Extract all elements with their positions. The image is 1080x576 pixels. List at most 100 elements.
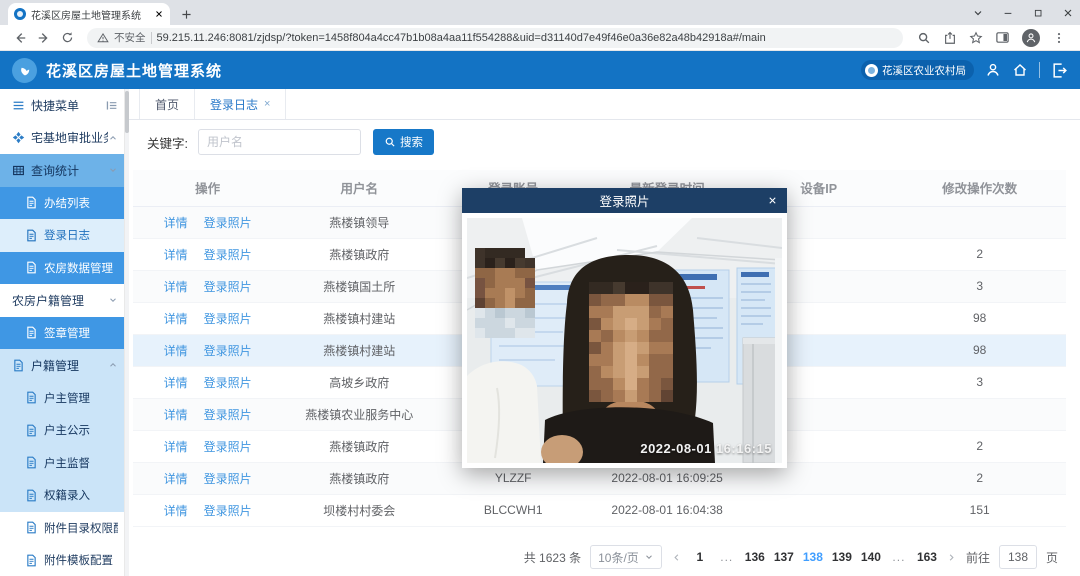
- sidebar-item-label: 登录日志: [44, 227, 118, 243]
- reload-icon[interactable]: [61, 31, 74, 44]
- sidebar-item-label: 农房数据管理: [44, 260, 118, 276]
- sidebar-item-9[interactable]: 户主管理: [0, 382, 124, 415]
- sidebar-item-3[interactable]: 办结列表: [0, 187, 124, 220]
- detail-link[interactable]: 详情: [164, 470, 188, 487]
- sidebar-menu: 快捷菜单宅基地审批业务查询统计办结列表登录日志农房数据管理农房户籍管理签章管理户…: [0, 89, 125, 576]
- page-number-137[interactable]: 137: [774, 550, 794, 564]
- sidebar-item-13[interactable]: 附件目录权限配置: [0, 512, 124, 545]
- login-photo-link[interactable]: 登录照片: [204, 470, 252, 487]
- chevron-down-icon: [644, 552, 654, 562]
- sidebar-item-5[interactable]: 农房数据管理: [0, 252, 124, 285]
- sidebar-item-14[interactable]: 附件模板配置: [0, 544, 124, 576]
- doc-icon: [25, 229, 38, 242]
- tab-close-icon[interactable]: ×: [264, 98, 270, 110]
- modal-close-icon[interactable]: [767, 188, 778, 213]
- sidebar-item-6[interactable]: 农房户籍管理: [0, 284, 124, 317]
- username-cell: 燕楼镇村建站: [282, 302, 436, 334]
- header-divider: [1039, 62, 1040, 78]
- detail-link[interactable]: 详情: [164, 406, 188, 423]
- next-page-icon[interactable]: [946, 552, 957, 563]
- detail-link[interactable]: 详情: [164, 214, 188, 231]
- tab-0[interactable]: 首页: [139, 89, 195, 119]
- username-cell: 坝楼村村委会: [282, 494, 436, 526]
- url-text: 59.215.11.246:8081/zjdsp/?token=1458f804…: [157, 32, 766, 44]
- search-button[interactable]: 搜索: [373, 129, 434, 155]
- share-icon[interactable]: [943, 31, 957, 45]
- prev-page-icon[interactable]: [671, 552, 682, 563]
- sidebar-item-4[interactable]: 登录日志: [0, 219, 124, 252]
- doc-icon: [25, 424, 38, 437]
- browser-tab[interactable]: 花溪区房屋土地管理系统: [8, 3, 170, 25]
- tab-1[interactable]: 登录日志×: [195, 89, 286, 119]
- browser-tab-strip: 花溪区房屋土地管理系统: [0, 0, 1080, 25]
- goto-suffix: 页: [1046, 549, 1058, 566]
- login-photo-link[interactable]: 登录照片: [204, 310, 252, 327]
- goto-page-input[interactable]: [999, 545, 1037, 569]
- login-photo-link[interactable]: 登录照片: [204, 246, 252, 263]
- column-header: 操作: [133, 170, 282, 206]
- sidebar-item-label: 户主公示: [44, 422, 118, 438]
- login-photo-link[interactable]: 登录照片: [204, 438, 252, 455]
- sidebar-item-11[interactable]: 户主监督: [0, 447, 124, 480]
- tab-label: 首页: [155, 96, 179, 113]
- minimize-icon[interactable]: [1002, 7, 1014, 19]
- photo-scene: [467, 218, 782, 463]
- page-ellipsis: ...: [890, 550, 908, 564]
- login-photo-link[interactable]: 登录照片: [204, 374, 252, 391]
- login-photo-link[interactable]: 登录照片: [204, 214, 252, 231]
- browser-window: 花溪区房屋土地管理系统 不安全 59.215.11.246:8081/zjdsp…: [0, 0, 1080, 576]
- sidebar-item-0[interactable]: 快捷菜单: [0, 89, 124, 122]
- sidebar-item-label: 办结列表: [44, 195, 118, 211]
- page-tab-bar: 首页登录日志×: [129, 89, 1080, 120]
- page-number-140[interactable]: 140: [861, 550, 881, 564]
- sidebar-item-10[interactable]: 户主公示: [0, 414, 124, 447]
- sidebar-item-label: 农房户籍管理: [12, 292, 108, 309]
- close-window-icon[interactable]: [1062, 7, 1074, 19]
- not-secure-icon: [97, 32, 109, 44]
- search-icon: [384, 136, 396, 148]
- home-icon[interactable]: [1012, 62, 1028, 78]
- side-panel-icon[interactable]: [995, 30, 1010, 45]
- keyword-label: 关键字:: [147, 133, 188, 152]
- detail-link[interactable]: 详情: [164, 278, 188, 295]
- address-bar[interactable]: 不安全 59.215.11.246:8081/zjdsp/?token=1458…: [87, 28, 903, 48]
- detail-link[interactable]: 详情: [164, 246, 188, 263]
- collapse-menu-icon[interactable]: [105, 99, 118, 112]
- sidebar-item-7[interactable]: 签章管理: [0, 317, 124, 350]
- sidebar-scrollbar-thumb[interactable]: [125, 91, 129, 133]
- page-number-138[interactable]: 138: [803, 550, 823, 564]
- sidebar-item-2[interactable]: 查询统计: [0, 154, 124, 187]
- bookmark-star-icon[interactable]: [969, 31, 983, 45]
- back-icon[interactable]: [13, 31, 27, 45]
- sidebar-item-12[interactable]: 权籍录入: [0, 479, 124, 512]
- user-icon[interactable]: [985, 62, 1001, 78]
- forward-icon[interactable]: [37, 31, 51, 45]
- detail-link[interactable]: 详情: [164, 374, 188, 391]
- browser-menu-icon[interactable]: [1052, 31, 1066, 45]
- new-tab-button[interactable]: [180, 6, 193, 21]
- sidebar-item-8[interactable]: 户籍管理: [0, 349, 124, 382]
- profile-avatar[interactable]: [1022, 29, 1040, 47]
- page-size-select[interactable]: 10条/页: [590, 545, 662, 569]
- detail-link[interactable]: 详情: [164, 342, 188, 359]
- photo-timestamp: 2022-08-01 16:16:15: [640, 441, 772, 456]
- detail-link[interactable]: 详情: [164, 310, 188, 327]
- page-number-1[interactable]: 1: [691, 550, 709, 564]
- detail-link[interactable]: 详情: [164, 438, 188, 455]
- tab-search-icon[interactable]: [972, 7, 984, 19]
- login-photo-link[interactable]: 登录照片: [204, 406, 252, 423]
- page-number-136[interactable]: 136: [745, 550, 765, 564]
- login-photo-link[interactable]: 登录照片: [204, 278, 252, 295]
- keyword-input[interactable]: [198, 129, 361, 155]
- page-number-163[interactable]: 163: [917, 550, 937, 564]
- tab-close-icon[interactable]: [154, 9, 164, 19]
- maximize-icon[interactable]: [1032, 7, 1044, 19]
- page-number-139[interactable]: 139: [832, 550, 852, 564]
- login-photo-link[interactable]: 登录照片: [204, 342, 252, 359]
- logout-icon[interactable]: [1051, 62, 1068, 79]
- login-photo-link[interactable]: 登录照片: [204, 502, 252, 519]
- org-badge[interactable]: 花溪区农业农村局: [861, 60, 974, 80]
- zoom-icon[interactable]: [917, 31, 931, 45]
- detail-link[interactable]: 详情: [164, 502, 188, 519]
- sidebar-item-1[interactable]: 宅基地审批业务: [0, 122, 124, 155]
